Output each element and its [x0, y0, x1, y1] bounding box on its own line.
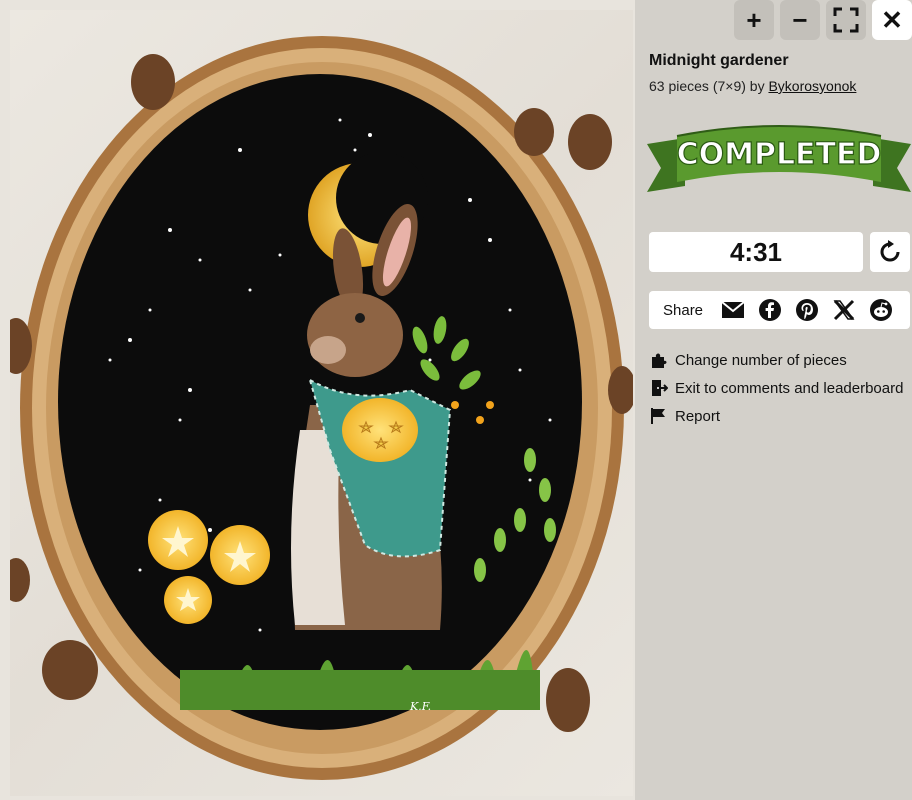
minus-icon: − [792, 4, 808, 35]
close-icon: ✕ [881, 4, 903, 35]
puzzle-title: Midnight gardener [649, 52, 789, 69]
share-box: Share [649, 291, 910, 329]
report-label: Report [675, 407, 721, 425]
toolbar: + − ✕ [734, 0, 912, 40]
puzzle-canvas[interactable]: K.F. [0, 0, 635, 800]
reddit-icon[interactable] [869, 298, 893, 322]
share-label: Share [663, 301, 704, 319]
painting-illustration: K.F. [10, 36, 633, 780]
change-pieces-label: Change number of pieces [675, 351, 847, 369]
zoom-in-button[interactable]: + [734, 0, 774, 40]
exit-door-icon [649, 378, 669, 398]
exit-comments-label: Exit to comments and leaderboard [675, 379, 904, 397]
puzzle-meta: 63 pieces (7×9) by Bykorosyonok [649, 78, 856, 94]
fullscreen-icon [833, 7, 859, 33]
x-icon[interactable] [832, 298, 856, 322]
close-button[interactable]: ✕ [872, 0, 912, 40]
completed-label: COMPLETED [677, 137, 882, 172]
pinterest-icon[interactable] [795, 298, 819, 322]
email-icon[interactable] [721, 298, 745, 322]
restart-icon [880, 240, 900, 262]
zoom-out-button[interactable]: − [780, 0, 820, 40]
artist-signature: K.F. [409, 700, 431, 713]
timer-display: 4:31 [649, 232, 863, 272]
puzzle-piece-icon [649, 350, 669, 370]
exit-comments-link[interactable]: Exit to comments and leaderboard [649, 374, 903, 402]
facebook-icon[interactable] [758, 298, 782, 322]
plus-icon: + [746, 4, 762, 35]
puzzle-menu: Change number of pieces Exit to comments… [649, 346, 903, 430]
restart-button[interactable] [870, 232, 910, 272]
puzzle-image[interactable]: K.F. [10, 10, 633, 796]
author-link[interactable]: Bykorosyonok [768, 78, 856, 94]
change-pieces-link[interactable]: Change number of pieces [649, 346, 903, 374]
completed-banner: COMPLETED [647, 125, 911, 192]
flag-icon [649, 406, 669, 426]
share-icons [721, 298, 893, 322]
pieces-count: 63 pieces (7×9) by [649, 78, 769, 94]
report-link[interactable]: Report [649, 402, 903, 430]
info-panel: + − ✕ Midnight gardener 63 pieces (7×9) … [635, 0, 912, 800]
fullscreen-button[interactable] [826, 0, 866, 40]
